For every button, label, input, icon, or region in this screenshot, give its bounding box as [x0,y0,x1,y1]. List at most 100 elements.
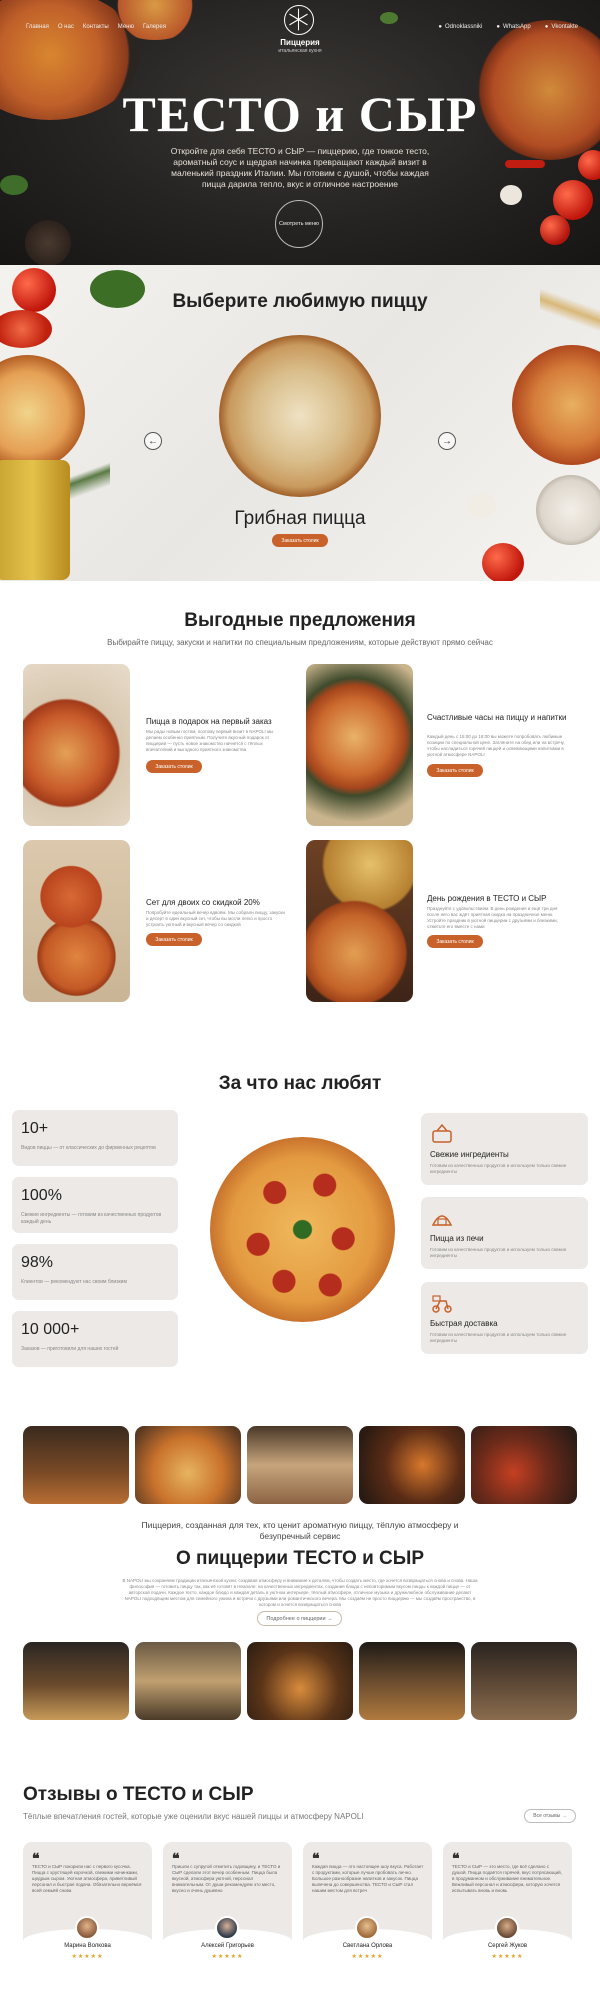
offer-image [306,840,413,1002]
brand-subtitle: итальянская кухня [278,48,322,54]
review-card: ❝ ТЕСТО и СЫР покорили нас с первого кус… [23,1842,152,1977]
stat-card: 10 000+ Заказов — приготовили для наших … [12,1311,178,1367]
review-author: Алексей Григорьев ★★★★★ [163,1916,292,1977]
offer-description: Каждый день с 15:00 до 18:00 вы можете п… [427,734,565,758]
review-text: ТЕСТО и СЫР покорили нас с первого кусоч… [32,1864,142,1894]
about-more-button[interactable]: Подробнее о пиццерии → [257,1611,342,1626]
offer-image [23,664,130,826]
tomato-image [578,150,600,180]
stat-card: 10+ Видов пиццы — от классических до фир… [12,1110,178,1166]
gallery-photo[interactable] [135,1642,241,1720]
reviewer-name: Светлана Орлова [342,1943,393,1949]
offer-title: Пицца в подарок на первый заказ [146,717,272,726]
carousel-prev-button[interactable]: ← [144,432,162,450]
social-odnoklassniki[interactable]: ● Odnoklassniki [438,24,482,30]
tomato-image [553,180,593,220]
feature-card: Пицца из печи Готовим из качественных пр… [421,1197,588,1269]
stat-value: 98% [21,1254,54,1271]
tomato-image [0,310,52,348]
hero-title: ТЕСТО и СЫР [122,86,478,142]
social-label: Odnoklassniki [445,24,483,30]
stat-value: 100% [21,1187,62,1204]
rating-stars: ★★★★★ [491,1954,524,1960]
offer-title: День рождения в ТЕСТО и СЫР [427,894,547,903]
reviewer-name: Марина Волкова [64,1943,111,1949]
pepperoni-pizza-image [210,1137,395,1322]
gallery-photo[interactable] [471,1642,577,1720]
peppercorn-bowl-image [25,220,71,265]
offer-order-button[interactable]: Заказать столик [146,933,202,946]
review-card: ❝ ТЕСТО и СЫР — это место, где всё сдела… [443,1842,572,1977]
all-reviews-button[interactable]: Все отзывы → [524,1809,576,1823]
avatar [495,1916,519,1940]
stat-card: 98% Клиентов — рекомендуют нас своим бли… [12,1244,178,1300]
gallery-photo[interactable] [359,1642,465,1720]
feature-card: Быстрая доставка Готовим из качественных… [421,1282,588,1354]
stat-value: 10 000+ [21,1321,80,1338]
stat-value: 10+ [21,1120,49,1137]
nav-item-gallery[interactable]: Галерея [143,24,166,30]
pepperoni-pizza-image [512,345,600,465]
stat-card: 100% Свежие ингредиенты — готовим из кач… [12,1177,178,1233]
avatar [215,1916,239,1940]
reviews-subtitle: Тёплые впечатления гостей, которые уже о… [23,1812,364,1821]
feature-title: Быстрая доставка [430,1319,498,1328]
gallery-photo[interactable] [23,1426,129,1504]
brand-name: Пиццерия [280,38,320,47]
offer-order-button[interactable]: Заказать столик [427,935,483,948]
feature-description: Готовим из качественных продуктов и испо… [430,1163,567,1175]
nav-item-contacts[interactable]: Контакты [83,24,109,30]
logo-icon[interactable] [284,5,314,35]
gallery-photo[interactable] [135,1426,241,1504]
offer-description: Попробуйте идеальный вечер вдвоём. Мы со… [146,910,285,928]
gallery-photo[interactable] [23,1642,129,1720]
pizza-name: Грибная пицца [234,508,366,529]
reviewer-name: Сергей Жуков [487,1943,528,1949]
feature-description: Готовим из качественных продуктов и испо… [430,1332,567,1344]
review-card: ❝ Каждая пицца — это настоящее шоу вкуса… [303,1842,432,1977]
review-text: ТЕСТО и СЫР — это место, где всё сделано… [452,1864,562,1894]
gallery-photo[interactable] [359,1426,465,1504]
review-author: Марина Волкова ★★★★★ [23,1916,152,1977]
feature-card: Свежие ингредиенты Готовим из качественн… [421,1113,588,1185]
main-nav: Главная О нас Контакты Меню Галерея [26,24,166,30]
view-menu-button[interactable]: Смотреть меню [275,200,323,248]
delivery-scooter-icon [431,1292,453,1319]
social-label: Vkontakte [551,24,578,30]
whatsapp-icon: ● [496,24,500,30]
offer-order-button[interactable]: Заказать столик [427,764,483,777]
review-text: Каждая пицца — это настоящее шоу вкуса. … [312,1864,424,1894]
stat-description: Заказов — приготовили для наших гостей [21,1346,119,1352]
stat-description: Клиентов — рекомендуют нас своим близким [21,1279,127,1285]
pizza-carousel-section: Выберите любимую пиццу ← → Грибная пицца… [0,265,600,581]
offer-title: Сет для двоих со скидкой 20% [146,898,260,907]
offer-order-button[interactable]: Заказать столик [146,760,202,773]
carousel-next-button[interactable]: → [438,432,456,450]
review-text: Пришли с супругой отметить годовщину, и … [172,1864,281,1894]
why-title: За что нас любят [218,1073,382,1094]
feature-description: Готовим из качественных продуктов и испо… [430,1247,567,1259]
reviews-title: Отзывы о ТЕСТО и СЫР [23,1784,254,1805]
social-vkontakte[interactable]: ● Vkontakte [545,24,578,30]
avatar [355,1916,379,1940]
pizza-slice-logo-icon [289,8,308,31]
basket-icon [431,1123,453,1150]
offer-image [306,664,413,826]
rating-stars: ★★★★★ [211,1954,244,1960]
gallery-photo[interactable] [247,1426,353,1504]
nav-item-about[interactable]: О нас [58,24,74,30]
oven-icon [431,1207,453,1234]
review-card: ❝ Пришли с супругой отметить годовщину, … [163,1842,292,1977]
rating-stars: ★★★★★ [351,1954,384,1960]
basil-image [0,175,28,195]
book-table-button[interactable]: Заказать столик [272,534,328,547]
gallery-photo[interactable] [471,1426,577,1504]
social-whatsapp[interactable]: ● WhatsApp [496,24,530,30]
nav-item-home[interactable]: Главная [26,24,49,30]
gallery-photo[interactable] [247,1642,353,1720]
reviewer-name: Алексей Григорьев [201,1943,254,1949]
nav-item-menu[interactable]: Меню [118,24,134,30]
arrow-left-icon: ← [148,435,158,447]
avatar [75,1916,99,1940]
offer-title: Счастливые часы на пиццу и напитки [427,713,567,722]
